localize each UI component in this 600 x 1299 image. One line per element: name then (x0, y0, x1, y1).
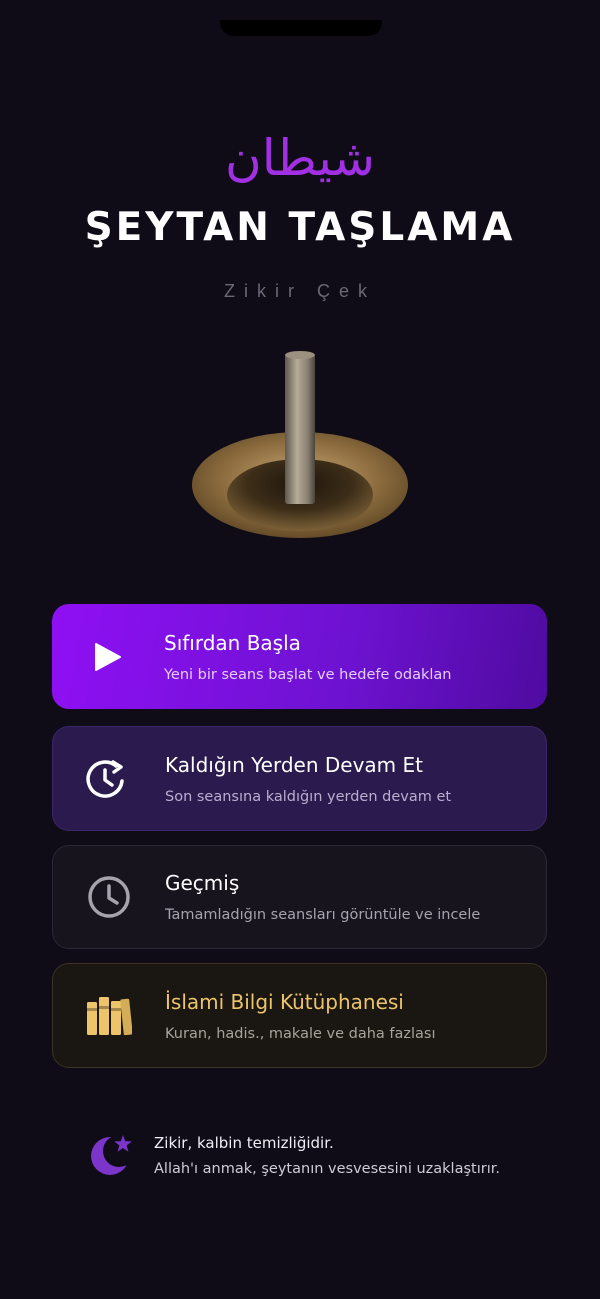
library-subtitle: Kuran, hadis., makale ve daha fazlası (165, 1025, 436, 1042)
books-icon (53, 964, 165, 1067)
library-title: İslami Bilgi Kütüphanesi (165, 989, 404, 1014)
islamic-library-button[interactable]: İslami Bilgi Kütüphanesi Kuran, hadis., … (52, 963, 547, 1068)
crescent-star-icon (91, 1135, 134, 1175)
resume-subtitle: Son seansına kaldığın yerden devam et (165, 788, 452, 805)
start-new-session-button[interactable]: Sıfırdan Başla Yeni bir seans başlat ve … (52, 604, 547, 709)
start-title: Sıfırdan Başla (164, 630, 301, 655)
clock-refresh-icon (53, 727, 165, 830)
footer-quote: Zikir, kalbin temizliğidir. Allah'ı anma… (90, 1125, 550, 1185)
app-title: ŞEYTAN TAŞLAMA (84, 205, 516, 250)
start-subtitle: Yeni bir seans başlat ve hedefe odaklan (164, 666, 452, 683)
history-subtitle: Tamamladığın seansları görüntüle ve ince… (165, 907, 481, 923)
resume-title: Kaldığın Yerden Devam Et (165, 752, 423, 777)
jamarat-pillar-illustration (192, 351, 408, 538)
arabic-title: شيطان (225, 129, 375, 187)
footer-line-1: Zikir, kalbin temizliğidir. (154, 1133, 334, 1152)
footer-line-2: Allah'ı anmak, şeytanın vesvesesini uzak… (154, 1160, 500, 1177)
device-notch (220, 20, 382, 36)
resume-session-button[interactable]: Kaldığın Yerden Devam Et Son seansına ka… (52, 726, 547, 831)
history-title: Geçmiş (165, 871, 240, 895)
clock-icon (53, 846, 165, 948)
app-subtitle: Zikir Çek (224, 281, 376, 301)
history-button[interactable]: Geçmiş Tamamladığın seansları görüntüle … (52, 845, 547, 949)
play-icon (52, 604, 164, 709)
